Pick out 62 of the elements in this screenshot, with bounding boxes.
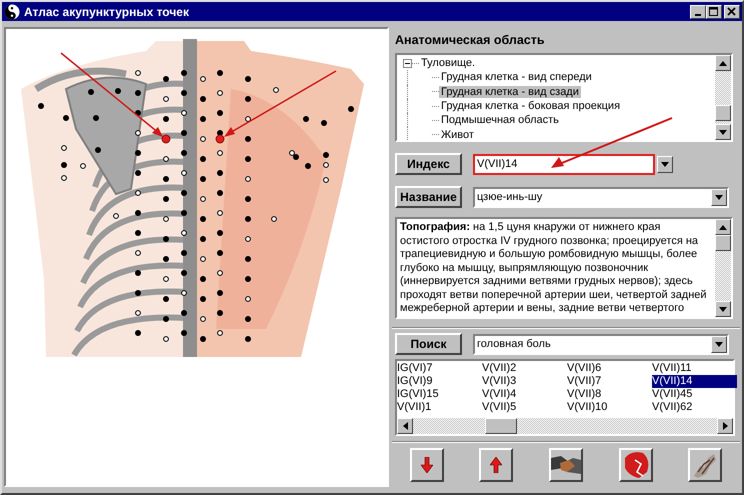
minimize-button[interactable] (690, 4, 706, 18)
close-button[interactable] (724, 4, 740, 18)
list-item[interactable]: V(VII)5 (482, 401, 567, 414)
scroll-thumb[interactable] (485, 418, 517, 434)
arrow-up-icon (490, 457, 502, 473)
list-item[interactable]: V(VII)4 (482, 388, 567, 401)
collapse-icon[interactable] (403, 58, 412, 68)
list-item[interactable]: V(VII)10 (567, 401, 652, 414)
list-item[interactable]: V(VII)1 (397, 401, 482, 414)
list-item[interactable]: V(VII)62 (652, 401, 737, 414)
index-button[interactable]: Индекс (395, 153, 462, 175)
scroll-thumb[interactable] (715, 235, 731, 251)
minimize-icon (695, 14, 701, 16)
scroll-right-icon[interactable] (722, 422, 728, 430)
name-button[interactable]: Название (395, 186, 462, 208)
caret-icon (715, 342, 723, 346)
list-item[interactable]: V(VII)45 (652, 388, 737, 401)
section-heading: Анатомическая область (395, 33, 546, 47)
tree-item[interactable]: Живот (439, 128, 476, 140)
tree-item[interactable]: Туловище. (419, 57, 478, 70)
list-item[interactable]: IG(VI)15 (397, 388, 482, 401)
list-item[interactable]: V(VII)3 (482, 375, 567, 388)
tree-item[interactable]: Грудная клетка - вид спереди (439, 71, 594, 84)
scroll-up-icon[interactable] (719, 60, 727, 66)
scrollbar[interactable] (715, 219, 731, 317)
tree-item[interactable]: Подмышечная область (439, 114, 561, 126)
figure-button[interactable] (618, 448, 653, 482)
list-item[interactable]: V(VII)2 (482, 362, 567, 375)
scroll-down-icon[interactable] (719, 306, 727, 312)
list-item[interactable]: V(VII)6 (567, 362, 652, 375)
search-field[interactable]: головная боль (473, 334, 729, 354)
move-up-button[interactable] (479, 448, 514, 482)
move-down-button[interactable] (410, 448, 444, 482)
close-icon (727, 6, 737, 16)
list-item[interactable]: V(VII)11 (652, 362, 737, 375)
tree-item[interactable]: Грудная клетка - вид сзади (439, 86, 581, 98)
window-title: Атлас акупунктурных точек (24, 4, 190, 18)
arrow-down-icon (420, 457, 433, 473)
maximize-button[interactable] (706, 4, 722, 18)
list-item[interactable]: IG(VI)9 (397, 375, 482, 388)
list-item[interactable]: V(VII)8 (567, 388, 652, 401)
scroll-left-icon[interactable] (402, 422, 408, 430)
search-button[interactable]: Поиск (395, 333, 462, 355)
caret-icon (715, 194, 723, 200)
name-field[interactable]: цзюе-инь-шу (473, 186, 729, 208)
dropdown-button[interactable] (657, 156, 673, 172)
scroll-up-icon[interactable] (719, 224, 727, 230)
scroll-down-icon[interactable] (719, 130, 727, 134)
list-item[interactable]: V(VII)14 (652, 375, 737, 388)
caret-icon (661, 162, 669, 166)
index-field[interactable]: V(VII)14 (473, 154, 655, 174)
bundle-button[interactable] (688, 448, 722, 482)
list-item[interactable]: V(VII)7 (567, 375, 652, 388)
scrollbar[interactable] (715, 55, 731, 140)
maximize-icon (709, 6, 719, 16)
yin-yang-icon (4, 4, 20, 20)
scroll-thumb[interactable] (715, 105, 731, 121)
handshake-button[interactable] (548, 448, 583, 482)
topography-text: Топография: на 1,5 цуня кнаружи от нижнего края остистого отростка IV грудного позвонка; проецируется на трапециевидную и большую ромбовидную мышцы, более глубоко на мышцу, выпрямляющую позвоночник (иннервируется задними ветвями грудных нервов); здесь проходят ветви поперечной артерии шеи, четвертой задней межреберной артерии и вены, задние ветви четвертого (399, 220, 708, 316)
list-item[interactable]: IG(VI)7 (397, 362, 482, 375)
tree-item[interactable]: Грудная клетка - боковая проекция (439, 100, 622, 112)
scrollbar[interactable] (397, 418, 733, 434)
